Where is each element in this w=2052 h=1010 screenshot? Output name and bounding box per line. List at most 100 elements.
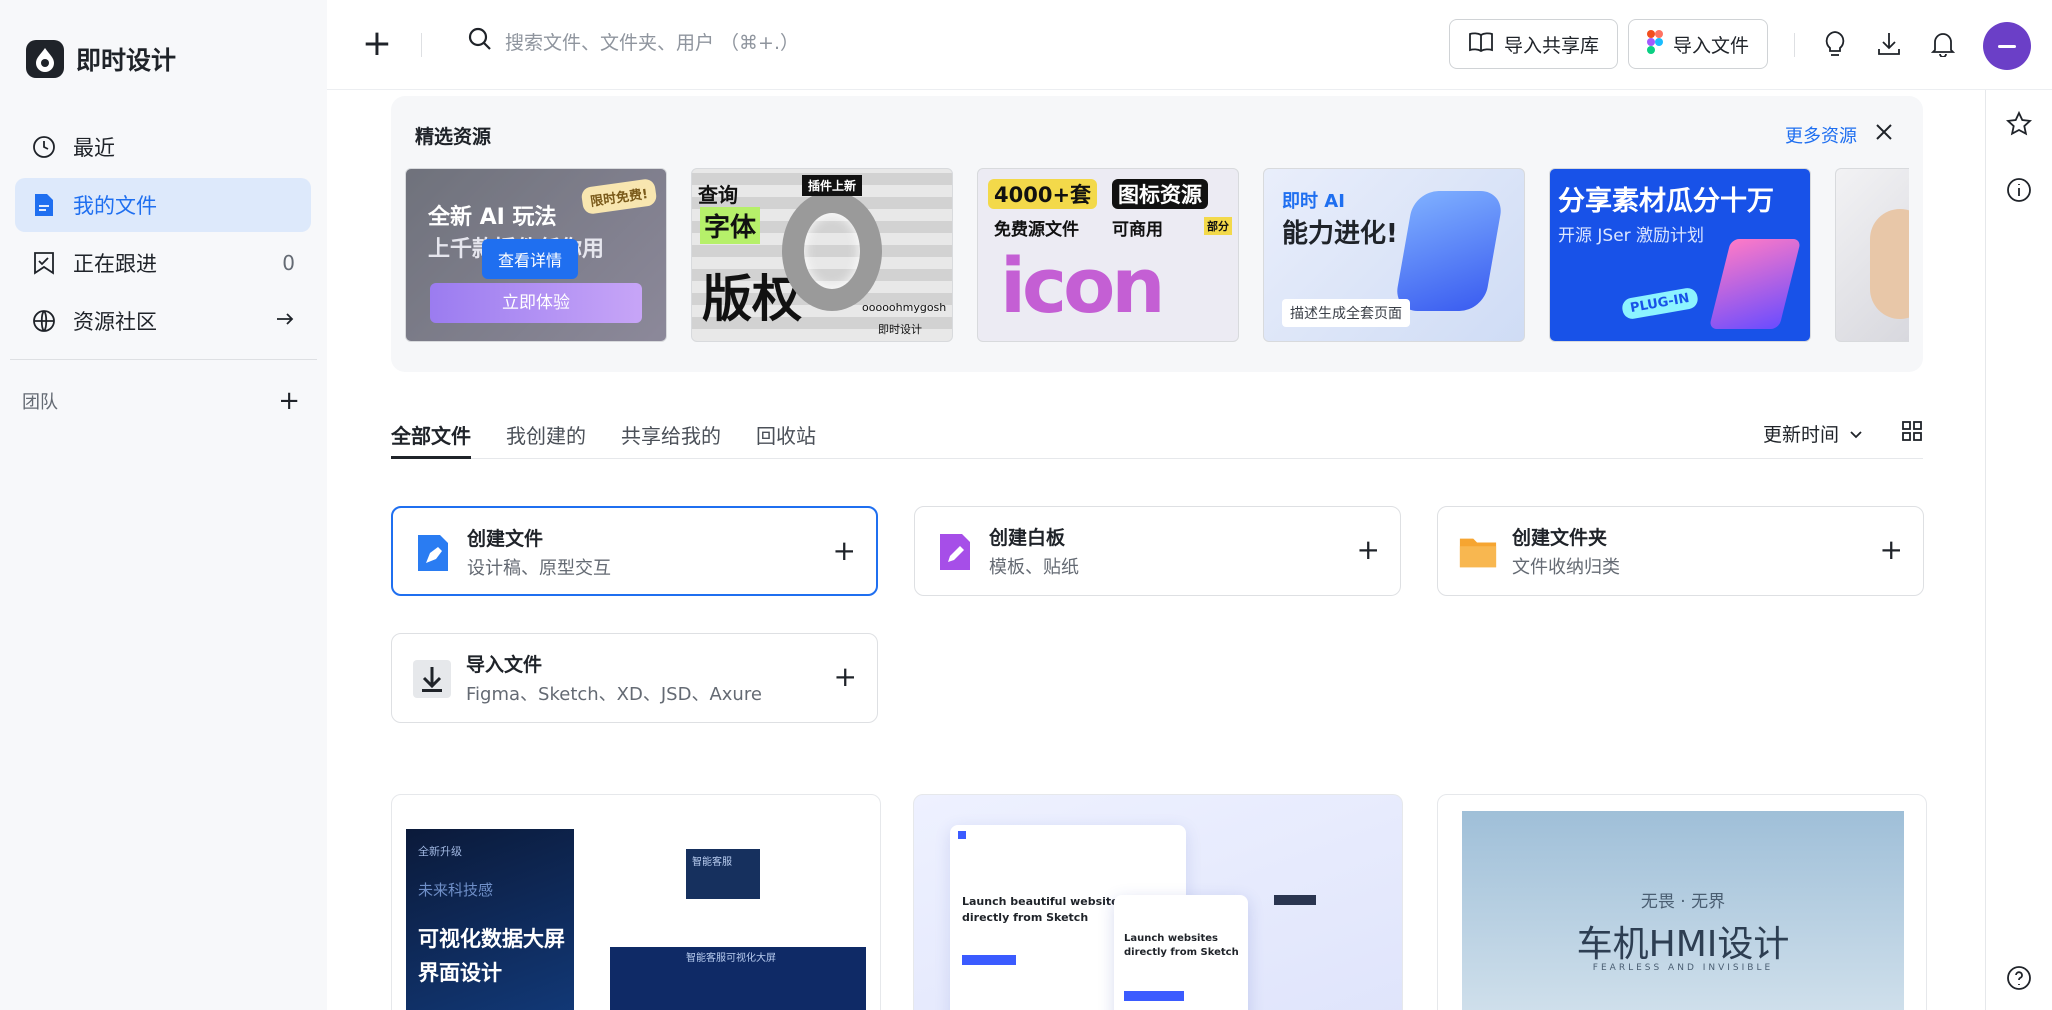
card-badge: PLUG-IN bbox=[1620, 286, 1699, 321]
card-credit: ooooohmygosh bbox=[862, 301, 947, 314]
create-file-card[interactable]: 创建文件 设计稿、原型交互 + bbox=[391, 506, 878, 596]
card-line1: 查询 bbox=[698, 183, 738, 207]
info-icon[interactable] bbox=[2003, 174, 2035, 206]
create-folder-card[interactable]: 创建文件夹 文件收纳归类 + bbox=[1437, 506, 1924, 596]
import-library-button[interactable]: 导入共享库 bbox=[1449, 19, 1619, 69]
clock-icon bbox=[31, 134, 57, 160]
view-details-button[interactable]: 查看详情 bbox=[482, 239, 579, 279]
sidebar-item-community[interactable]: 资源社区 bbox=[15, 294, 311, 348]
try-now-button[interactable]: 立即体验 bbox=[430, 283, 642, 323]
following-icon bbox=[31, 250, 57, 276]
sidebar-item-recent[interactable]: 最近 bbox=[15, 120, 311, 174]
card-badge: 插件上新 bbox=[802, 175, 863, 196]
plus-icon: + bbox=[833, 660, 857, 693]
panel-label: 智能客服可视化大屏 bbox=[686, 953, 776, 964]
featured-card-partial[interactable] bbox=[1835, 168, 1909, 342]
right-rail bbox=[1985, 90, 2052, 1010]
file-icon bbox=[31, 192, 57, 218]
sidebar-item-following[interactable]: 正在跟进 0 bbox=[15, 236, 311, 290]
featured-card-ai[interactable]: 即时 AI 能力进化! 描述生成全套页面 bbox=[1263, 168, 1525, 342]
tab-shared-with-me[interactable]: 共享给我的 bbox=[621, 420, 721, 449]
card-title: 导入文件 bbox=[466, 654, 543, 676]
card-word: icon bbox=[1000, 241, 1165, 330]
preview-card-headline-line2: directly from Sketch bbox=[1124, 947, 1239, 958]
avatar[interactable] bbox=[1983, 22, 2031, 70]
panel-label: 智能客服 bbox=[692, 857, 732, 868]
sidebar-item-my-files[interactable]: 我的文件 bbox=[15, 178, 311, 232]
sort-dropdown[interactable]: 更新时间 bbox=[1763, 420, 1863, 447]
preview-headline-line1: Launch beautiful websites bbox=[962, 895, 1126, 908]
preview-tag: 全新升级 bbox=[418, 845, 462, 858]
featured-title: 精选资源 bbox=[415, 126, 492, 148]
card-subtitle: 模板、贴纸 bbox=[989, 557, 1079, 578]
preview-subtitle: 无畏 · 无界 bbox=[1640, 892, 1726, 912]
whiteboard-icon bbox=[935, 531, 975, 573]
card-line1: 全新 AI 玩法 bbox=[428, 205, 557, 230]
tab-trash[interactable]: 回收站 bbox=[756, 420, 816, 449]
star-icon[interactable] bbox=[2003, 108, 2035, 140]
following-count: 0 bbox=[282, 251, 295, 275]
search-input[interactable]: 搜索文件、文件夹、用户 （⌘+.） bbox=[467, 26, 799, 56]
close-icon[interactable] bbox=[1875, 122, 1893, 147]
card-brand: 即时设计 bbox=[878, 323, 922, 336]
card-line1: 4000+套 bbox=[988, 179, 1098, 209]
featured-card-ai-plugins[interactable]: 全新 AI 玩法 上千款插件任你用 限时免费! 查看详情 立即体验 bbox=[405, 168, 667, 342]
import-arrow-icon bbox=[412, 658, 452, 700]
featured-card-icons[interactable]: 4000+套 图标资源 免费源文件 可商用 部分 icon bbox=[977, 168, 1239, 342]
preview-brand: 未来科技感 bbox=[418, 881, 494, 899]
file-card-website[interactable]: Launch beautiful websites directly from … bbox=[913, 794, 1403, 1010]
main-content: 精选资源 更多资源 全新 AI 玩法 上千款插件任你用 限时免费! 查看详情 立… bbox=[327, 90, 1985, 1010]
card-tag1: 免费源文件 bbox=[994, 220, 1079, 240]
app-name: 即时设计 bbox=[76, 46, 177, 75]
create-whiteboard-card[interactable]: 创建白板 模板、贴纸 + bbox=[914, 506, 1401, 596]
preview-title: 车机HMI设计 bbox=[1576, 924, 1790, 965]
team-section: 团队 + bbox=[22, 386, 300, 416]
add-team-button[interactable]: + bbox=[278, 386, 300, 416]
featured-card-font-copyright[interactable]: 查询 字体 版权 插件上新 ooooohmygosh 即时设计 bbox=[691, 168, 953, 342]
mini-logo bbox=[958, 831, 966, 839]
sidebar-item-label: 我的文件 bbox=[73, 194, 157, 218]
card-subtitle: Figma、Sketch、XD、JSD、Axure bbox=[466, 684, 762, 705]
import-file-card[interactable]: 导入文件 Figma、Sketch、XD、JSD、Axure + bbox=[391, 633, 878, 723]
tab-all-files[interactable]: 全部文件 bbox=[391, 420, 471, 459]
import-library-label: 导入共享库 bbox=[1504, 34, 1600, 57]
card-line2: 能力进化! bbox=[1282, 219, 1398, 249]
grid-view-icon[interactable] bbox=[1901, 420, 1923, 446]
featured-card-jser[interactable]: 分享素材瓜分十万 开源 JSer 激励计划 PLUG-IN bbox=[1549, 168, 1811, 342]
lightbulb-icon[interactable] bbox=[1819, 28, 1851, 60]
preview-title-line2: 界面设计 bbox=[418, 961, 502, 985]
bell-icon[interactable] bbox=[1927, 28, 1959, 60]
sidebar-nav: 最近 我的文件 正在跟进 0 资源社区 bbox=[15, 120, 311, 352]
file-card-dashboard[interactable]: 全新升级 未来科技感 可视化数据大屏 界面设计 智能客服 智能客服可视化大屏 bbox=[391, 794, 881, 1010]
card-caption: 描述生成全套页面 bbox=[1282, 299, 1410, 327]
card-line2: 开源 JSer 激励计划 bbox=[1558, 226, 1705, 246]
card-title: 创建文件 bbox=[467, 528, 544, 550]
file-card-hmi[interactable]: 无畏 · 无界 车机HMI设计 FEARLESS AND INVISIBLE bbox=[1437, 794, 1927, 1010]
hand-graphic bbox=[1870, 209, 1909, 319]
help-icon[interactable] bbox=[2003, 962, 2035, 994]
card-subtitle: 文件收纳归类 bbox=[1512, 557, 1620, 578]
toolbar-divider bbox=[1794, 33, 1795, 57]
new-button[interactable]: + bbox=[357, 24, 397, 64]
plus-icon: + bbox=[1879, 533, 1903, 566]
import-file-button[interactable]: 导入文件 bbox=[1628, 19, 1769, 69]
file-tabs: 全部文件 我创建的 共享给我的 回收站 更新时间 bbox=[391, 420, 1923, 459]
more-resources-link[interactable]: 更多资源 bbox=[1785, 122, 1857, 148]
card-line2: 图标资源 bbox=[1112, 179, 1208, 209]
download-icon[interactable] bbox=[1873, 28, 1905, 60]
tab-created-by-me[interactable]: 我创建的 bbox=[506, 420, 586, 449]
dashboard-panel-small: 智能客服 bbox=[686, 849, 760, 899]
dashboard-preview: 全新升级 未来科技感 可视化数据大屏 界面设计 bbox=[406, 829, 574, 1010]
card-tag2: 可商用 bbox=[1112, 220, 1163, 240]
mini-bar bbox=[1274, 895, 1316, 905]
preview-tagline: FEARLESS AND INVISIBLE bbox=[1592, 963, 1774, 973]
plus-icon: + bbox=[1356, 533, 1380, 566]
app-logo[interactable]: 即时设计 bbox=[26, 40, 176, 78]
team-label: 团队 bbox=[22, 392, 58, 413]
card-line2: 字体 bbox=[700, 207, 761, 244]
card-line1: 即时 AI bbox=[1282, 191, 1345, 212]
preview-card-headline-line1: Launch websites bbox=[1124, 933, 1218, 944]
ai-shape-graphic bbox=[1393, 191, 1505, 311]
arrow-right-icon bbox=[275, 309, 295, 334]
sidebar-item-label: 最近 bbox=[73, 136, 115, 160]
